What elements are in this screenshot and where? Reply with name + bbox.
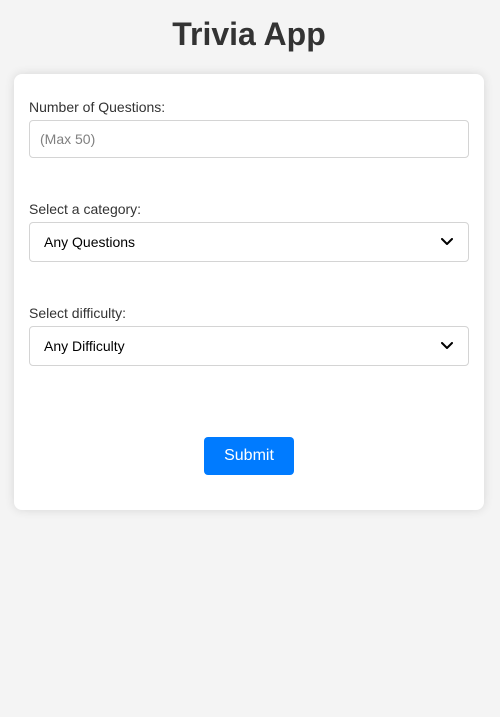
submit-button[interactable]: Submit (204, 437, 294, 475)
page-title: Trivia App (172, 16, 326, 52)
chevron-down-icon (440, 235, 454, 249)
questions-label: Number of Questions: (29, 99, 166, 115)
category-select[interactable]: Any Questions (29, 222, 469, 262)
trivia-form-card: Number of Questions: Select a category: … (14, 74, 484, 510)
difficulty-select[interactable]: Any Difficulty (29, 326, 469, 366)
category-selected-value: Any Questions (44, 234, 136, 250)
difficulty-label: Select difficulty: (29, 305, 127, 321)
category-label: Select a category: (29, 201, 142, 217)
difficulty-selected-value: Any Difficulty (44, 338, 125, 354)
chevron-down-icon (440, 339, 454, 353)
questions-input[interactable] (29, 120, 469, 158)
